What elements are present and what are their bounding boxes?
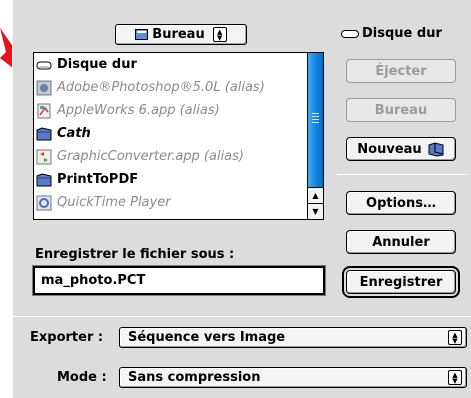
list-item[interactable]: Cath [34,122,307,145]
scroll-thumb[interactable] [308,53,323,187]
list-item[interactable]: QuickTime Player [34,191,307,214]
cancel-button[interactable]: Annuler [346,230,456,254]
list-item-label: GraphicConverter.app (alias) [57,149,244,164]
folder-popup-label: Bureau [152,27,205,42]
hard-disk-icon [341,29,359,38]
hard-disk-icon [36,57,52,73]
list-item[interactable]: AppleWorks 6.app (alias) [34,99,307,122]
desktop-button[interactable]: Bureau [346,98,456,122]
list-item[interactable]: GraphicConverter.app (alias) [34,145,307,168]
list-item-label: Disque dur [57,57,137,72]
popup-arrows-icon: ▲ ▼ [212,27,227,42]
file-list[interactable]: Disque dur Adobe®Photoshop®5.0L (alias) Ap… [33,52,324,220]
export-select-value: Séquence vers Image [128,330,286,345]
mode-select[interactable]: Sans compression ▲ ▼ [119,367,467,388]
quicktime-icon [36,195,52,211]
filename-input[interactable] [33,266,325,295]
mode-label: Mode : [57,370,107,385]
save-as-label: Enregistrer le fichier sous : [35,247,235,262]
file-list-rows: Disque dur Adobe®Photoshop®5.0L (alias) Ap… [34,53,307,219]
graphicconverter-alias-icon [36,149,52,165]
divider [337,174,467,175]
list-item-label: Adobe®Photoshop®5.0L (alias) [57,80,265,95]
eject-button[interactable]: Éjecter [346,59,456,83]
popup-arrows-icon: ▲ ▼ [448,330,462,345]
new-folder-icon [428,142,444,157]
folder-icon [36,126,52,142]
options-button[interactable]: Options… [346,191,456,215]
list-item-label: QuickTime Player [57,195,171,210]
divider [13,316,471,317]
list-item[interactable]: Disque dur [34,53,307,76]
scroll-up-arrow[interactable]: ▲ [308,187,323,203]
desktop-icon [135,29,149,40]
scroll-down-arrow[interactable]: ▼ [308,203,323,219]
export-label: Exporter : [30,330,104,345]
export-select[interactable]: Séquence vers Image ▲ ▼ [119,327,467,348]
folder-popup[interactable]: Bureau ▲ ▼ [115,24,247,45]
save-dialog: Bureau ▲ ▼ Disque dur Disque dur Adobe®Pho… [12,0,471,398]
folder-icon [36,172,52,188]
popup-arrows-icon: ▲ ▼ [448,370,462,385]
list-item-label: Cath [57,126,91,141]
volume-label: Disque dur [341,26,442,41]
mode-select-value: Sans compression [128,370,261,385]
list-item-label: AppleWorks 6.app (alias) [57,103,220,118]
save-button[interactable]: Enregistrer [342,266,460,298]
list-item-label: PrintToPDF [57,172,139,187]
list-item[interactable]: PrintToPDF [34,168,307,191]
vertical-scrollbar[interactable]: ▲ ▼ [307,53,323,219]
photoshop-alias-icon [36,80,52,96]
appleworks-alias-icon [36,103,52,119]
new-folder-button[interactable]: Nouveau [346,137,456,161]
new-folder-label: Nouveau [357,141,422,157]
list-item[interactable]: Adobe®Photoshop®5.0L (alias) [34,76,307,99]
